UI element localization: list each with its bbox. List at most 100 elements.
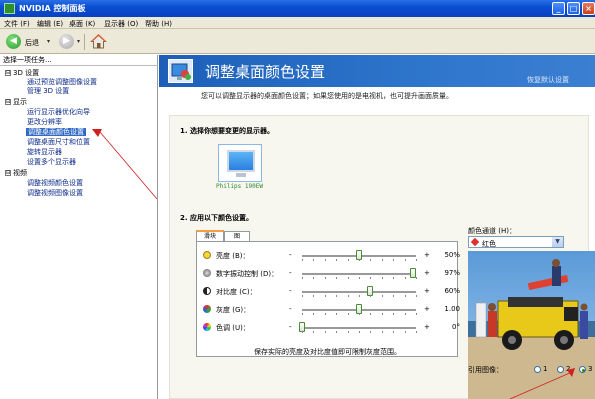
slider-tick <box>347 295 349 297</box>
slider-tick <box>393 295 395 297</box>
collapse-icon[interactable]: ⊟ <box>5 170 11 176</box>
slider-tick <box>336 259 338 261</box>
tree-item-desktop-size-position[interactable]: 调整桌面尺寸和位置 <box>27 138 90 146</box>
slider-tick <box>302 295 303 297</box>
menu-desktop[interactable]: 桌面 (K) <box>69 19 95 29</box>
tree-item-desktop-color-settings[interactable]: 调整桌面颜色设置 <box>26 128 86 136</box>
section-apply-colors: 2. 应用以下颜色设置。 <box>180 214 253 222</box>
slider-tick <box>370 313 372 315</box>
contrast-slider-track[interactable] <box>302 291 416 293</box>
page-title: 调整桌面颜色设置 <box>205 63 326 81</box>
restore-defaults-link[interactable]: 恢复默认设置 <box>527 75 569 85</box>
contrast-label: 对比度 (C)： <box>216 288 257 296</box>
reference-radio-3[interactable] <box>579 366 586 373</box>
tab-graph[interactable]: 图 <box>224 231 250 241</box>
page-description: 您可以调整显示器的桌面颜色设置；如果您使用的是电视机，也可提升画面质量。 <box>201 92 453 100</box>
gamma-value: 1.00 <box>444 305 460 313</box>
tree-item-preview-image-settings[interactable]: 通过预览调整图像设置 <box>27 78 97 86</box>
tree-item-manage-3d-settings[interactable]: 管理 3D 设置 <box>27 87 69 95</box>
tree-item-display-wizard[interactable]: 运行显示器优化向导 <box>27 108 90 116</box>
slider-tick <box>336 277 338 279</box>
close-button[interactable]: × <box>582 2 595 15</box>
slider-tick <box>359 295 360 297</box>
slider-tick <box>393 331 395 333</box>
slider-tick <box>416 295 417 297</box>
menu-help[interactable]: 帮助 (H) <box>145 19 172 29</box>
vibrance-value: 97% <box>444 269 460 277</box>
slider-tick <box>404 313 406 315</box>
tree-group-video[interactable]: ⊟ 视频 <box>5 169 27 177</box>
forward-dropdown-icon[interactable]: ▾ <box>77 38 80 45</box>
slider-tick <box>347 277 349 279</box>
tree-item-multiple-displays[interactable]: 设置多个显示器 <box>27 158 76 166</box>
vibrance-icon <box>203 269 211 277</box>
slider-tick <box>359 331 360 333</box>
slider-tick <box>370 295 372 297</box>
hue-icon <box>203 323 211 331</box>
reference-radio-2-label[interactable]: 2 <box>566 365 570 373</box>
slider-tick <box>381 331 383 333</box>
monitor-tile[interactable] <box>218 144 262 182</box>
color-channel-select[interactable]: 红色 ▼ <box>468 236 564 248</box>
slider-tick <box>324 259 326 261</box>
tree-item-video-image[interactable]: 调整视频图像设置 <box>27 189 83 197</box>
tree-item-rotate-display[interactable]: 旋转显示器 <box>27 148 62 156</box>
task-panel-header: 选择一项任务... <box>0 55 158 66</box>
menu-file[interactable]: 文件 (F) <box>4 19 30 29</box>
tree-item-video-color[interactable]: 调整视频颜色设置 <box>27 179 83 187</box>
gamma-label: 灰度 (G)： <box>216 306 251 314</box>
contrast-value: 60% <box>444 287 460 295</box>
slider-tick <box>416 277 417 279</box>
slider-tick <box>336 295 338 297</box>
maximize-button[interactable]: □ <box>567 2 580 15</box>
vibrance-slider-track[interactable] <box>302 273 416 275</box>
gamma-icon <box>203 305 211 313</box>
reference-image-label: 引用图像： <box>468 366 503 374</box>
chevron-down-icon[interactable]: ▼ <box>552 237 563 247</box>
slider-tick <box>416 259 417 261</box>
slider-tick <box>347 331 349 333</box>
reference-radio-1-label[interactable]: 1 <box>543 365 547 373</box>
slider-tick <box>324 277 326 279</box>
reference-radio-1[interactable] <box>534 366 541 373</box>
slider-tick <box>416 313 417 315</box>
home-icon[interactable] <box>90 33 107 50</box>
slider-tick <box>370 259 372 261</box>
minimize-button[interactable]: _ <box>552 2 565 15</box>
back-button[interactable]: ◀ <box>6 34 21 49</box>
display-color-icon <box>168 59 193 83</box>
back-dropdown-icon[interactable]: ▾ <box>47 38 50 45</box>
collapse-icon[interactable]: ⊟ <box>5 70 11 76</box>
hue-slider-track[interactable] <box>302 327 416 329</box>
slider-tick <box>313 313 315 315</box>
decrease-icon: - <box>289 251 292 259</box>
collapse-icon[interactable]: ⊟ <box>5 99 11 105</box>
section-select-display: 1. 选择你想要变更的显示器。 <box>180 127 274 135</box>
vibrance-slider[interactable] <box>409 268 416 278</box>
gamma-row: 灰度 (G)： - + 1.00 <box>197 302 460 316</box>
decrease-icon: - <box>289 287 292 295</box>
reference-radio-3-label[interactable]: 3 <box>588 365 592 373</box>
slider-tick <box>336 313 338 315</box>
tree-group-display[interactable]: ⊟ 显示 <box>5 98 27 106</box>
slider-tick <box>404 277 406 279</box>
reference-radio-2[interactable] <box>557 366 564 373</box>
slider-tick <box>324 313 326 315</box>
hue-label: 色调 (U)： <box>216 324 250 332</box>
slider-tick <box>347 259 349 261</box>
vibrance-row: 数字振动控制 (D)： - + 97% <box>197 266 460 280</box>
forward-button[interactable]: ▶ <box>59 34 74 49</box>
task-panel: 选择一项任务... ⊟ 3D 设置 通过预览调整图像设置 管理 3D 设置 ⊟ 显示… <box>0 55 158 399</box>
menu-edit[interactable]: 编辑 (E) <box>37 19 63 29</box>
decrease-icon: - <box>289 305 292 313</box>
monitor-label[interactable]: Philips 190EW <box>216 183 263 190</box>
tree-item-change-resolution[interactable]: 更改分辨率 <box>27 118 62 126</box>
menu-display[interactable]: 显示器 (O) <box>104 19 138 29</box>
slider-tick <box>393 277 395 279</box>
decrease-icon: - <box>289 269 292 277</box>
color-channel-value: 红色 <box>482 240 496 248</box>
tree-group-3d[interactable]: ⊟ 3D 设置 <box>5 69 39 77</box>
back-label[interactable]: 后退 <box>25 38 39 48</box>
tab-sliders[interactable]: 滑块 <box>196 230 224 241</box>
slider-tick <box>302 277 303 279</box>
